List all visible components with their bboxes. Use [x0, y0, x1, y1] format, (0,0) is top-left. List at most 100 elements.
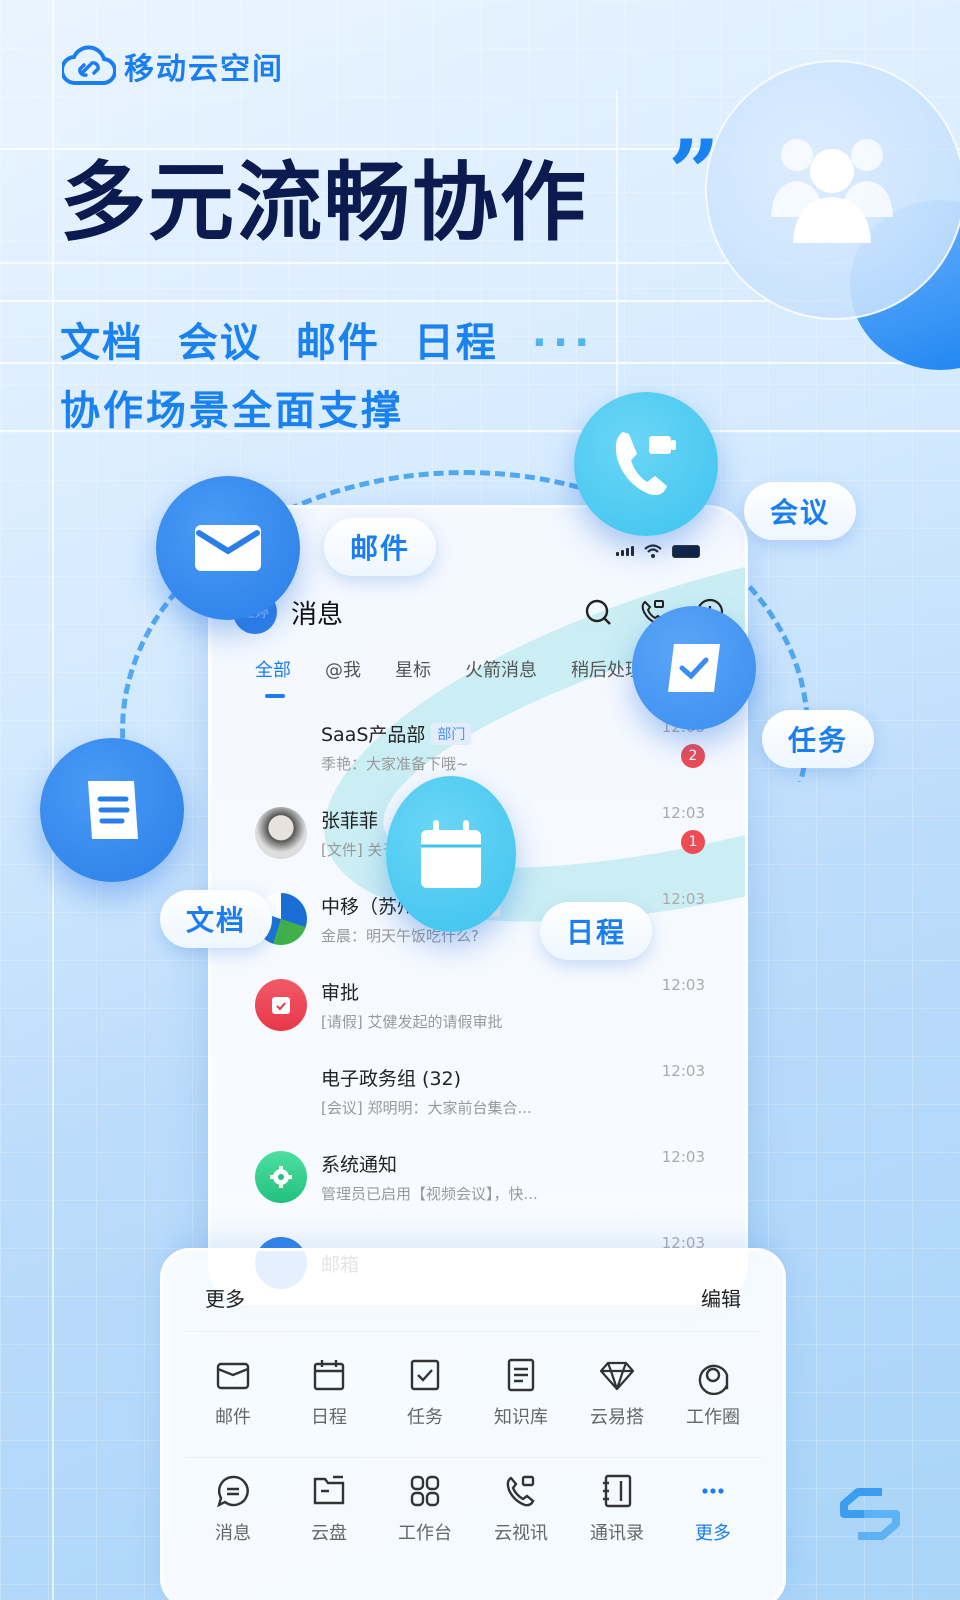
- diamond-icon: [599, 1361, 635, 1391]
- gear-icon: [270, 1166, 292, 1188]
- meeting-label: 会议: [744, 482, 857, 540]
- doc-label: 文档: [160, 890, 273, 948]
- chat-icon: [217, 1475, 249, 1508]
- nav-label: 云视讯: [494, 1523, 548, 1544]
- conversation-name: 系统通知: [321, 1154, 398, 1176]
- conversation-time: 12:03: [661, 890, 705, 908]
- conversation-name: 电子政务组 (32): [321, 1068, 462, 1090]
- app-schedule[interactable]: 日程: [282, 1355, 376, 1429]
- conversation-row[interactable]: 系统通知 管理员已启用【视频会议】，快... 12:03: [233, 1134, 723, 1220]
- knowledge-doc-icon: [507, 1358, 535, 1392]
- nav-messages[interactable]: 消息: [186, 1471, 280, 1545]
- app-mail[interactable]: 邮件: [186, 1355, 280, 1429]
- status-bar: [616, 544, 700, 558]
- nav-label: 云盘: [311, 1523, 347, 1544]
- app-label: 工作圈: [686, 1407, 740, 1428]
- app-task[interactable]: 任务: [378, 1355, 472, 1429]
- more-panel: 更多 编辑 邮件 日程 任务 知识库 云易搭 工作圈 消息 云盘 工作台 云视讯…: [160, 1248, 786, 1600]
- task-disc: [632, 606, 756, 730]
- conversation-name: 张菲菲: [321, 810, 379, 832]
- tab-starred[interactable]: 星标: [395, 656, 431, 682]
- brand-name: 移动云空间: [124, 52, 284, 87]
- mail-icon: [216, 1362, 250, 1390]
- app-label: 任务: [407, 1407, 443, 1428]
- quote-mark-icon: ”: [668, 120, 720, 226]
- conversation-time: 12:03: [661, 976, 705, 994]
- app-knowledge[interactable]: 知识库: [474, 1355, 568, 1429]
- wifi-icon: [644, 544, 662, 558]
- people-group-icon: [771, 139, 893, 243]
- nav-label: 更多: [695, 1523, 731, 1544]
- app-label: 知识库: [494, 1407, 548, 1428]
- meeting-disc: [574, 392, 718, 536]
- feature-meeting: 会议: [177, 320, 262, 366]
- app-label: 邮件: [215, 1407, 251, 1428]
- approval-icon: [272, 997, 290, 1014]
- people-bubble: [705, 60, 960, 320]
- mail-label: 邮件: [324, 518, 437, 576]
- app-label: 云易搭: [590, 1407, 644, 1428]
- nav-label: 通讯录: [590, 1523, 644, 1544]
- cloud-link-icon: [62, 45, 116, 86]
- nav-more[interactable]: 更多: [666, 1471, 760, 1545]
- app-workcircle[interactable]: 工作圈: [666, 1355, 760, 1429]
- video-phone-icon: [615, 432, 676, 495]
- person-avatar: [255, 807, 307, 859]
- feature-doc: 文档: [60, 320, 144, 366]
- conversation-preview: [请假] 艾健发起的请假审批: [321, 1013, 503, 1031]
- features-line: 文档 会议 邮件 日程 ···: [60, 310, 595, 368]
- app-yidaa[interactable]: 云易搭: [570, 1355, 664, 1429]
- tab-rocket[interactable]: 火箭消息: [465, 656, 537, 682]
- group-avatar: [255, 1065, 307, 1117]
- document-icon: [88, 781, 138, 839]
- conversation-row[interactable]: 审批 [请假] 艾健发起的请假审批 12:03: [233, 962, 723, 1048]
- mail-disc: [156, 476, 300, 620]
- divider: [185, 1331, 761, 1332]
- conversation-name: SaaS产品部: [321, 724, 426, 746]
- grid-line: [616, 90, 618, 420]
- nav-workbench[interactable]: 工作台: [378, 1471, 472, 1545]
- feature-schedule: 日程: [413, 320, 498, 366]
- check-icon: [668, 644, 720, 692]
- nav-label: 工作台: [398, 1523, 452, 1544]
- bottom-nav: 消息 云盘 工作台 云视讯 通讯录 更多: [185, 1471, 761, 1545]
- features-more: ···: [531, 320, 596, 366]
- signal-icon: [616, 546, 634, 556]
- conversation-name: 审批: [321, 982, 360, 1004]
- task-check-icon: [410, 1359, 440, 1391]
- more-dots-icon: [702, 1488, 724, 1494]
- grid-icon: [410, 1475, 440, 1507]
- system-avatar: [255, 1151, 307, 1203]
- panel-title: 更多: [205, 1287, 245, 1311]
- edit-button[interactable]: 编辑: [701, 1283, 741, 1312]
- message-tabs: 全部 @我 星标 火箭消息 稍后处理: [255, 656, 643, 698]
- calendar-icon: [421, 820, 481, 888]
- tagline: 协作场景全面支撑: [60, 388, 404, 434]
- conversation-time: 12:03: [661, 1148, 705, 1166]
- app-s-logo-icon: [840, 1488, 900, 1540]
- conversation-preview: [会议] 郑明明：大家前台集合...: [321, 1099, 532, 1117]
- conversation-row[interactable]: SaaS产品部部门 季艳：大家准备下哦~ 12:032: [233, 704, 723, 790]
- dept-tag: 部门: [431, 722, 472, 745]
- nav-label: 消息: [215, 1523, 251, 1544]
- nav-contacts[interactable]: 通讯录: [570, 1471, 664, 1545]
- hero-title: 多元流畅协作: [60, 153, 588, 253]
- contacts-book-icon: [603, 1474, 632, 1508]
- unread-badge: 2: [681, 744, 705, 768]
- work-circle-icon: [698, 1364, 729, 1396]
- feature-mail: 邮件: [295, 320, 380, 366]
- app-grid: 邮件 日程 任务 知识库 云易搭 工作圈: [185, 1355, 761, 1429]
- divider: [185, 1457, 761, 1458]
- page-title: 消息: [291, 599, 344, 630]
- doc-disc: [40, 738, 184, 882]
- brand-logo: 移动云空间: [62, 44, 284, 88]
- tab-mentions[interactable]: @我: [325, 656, 361, 682]
- tab-all[interactable]: 全部: [255, 656, 291, 698]
- nav-video[interactable]: 云视讯: [474, 1471, 568, 1545]
- conversation-row[interactable]: 电子政务组 (32) [会议] 郑明明：大家前台集合... 12:03: [233, 1048, 723, 1134]
- conversation-time: 12:03: [661, 1062, 705, 1080]
- search-icon[interactable]: [583, 597, 613, 627]
- nav-cloud-drive[interactable]: 云盘: [282, 1471, 376, 1545]
- envelope-icon: [195, 525, 261, 571]
- task-label: 任务: [762, 710, 875, 768]
